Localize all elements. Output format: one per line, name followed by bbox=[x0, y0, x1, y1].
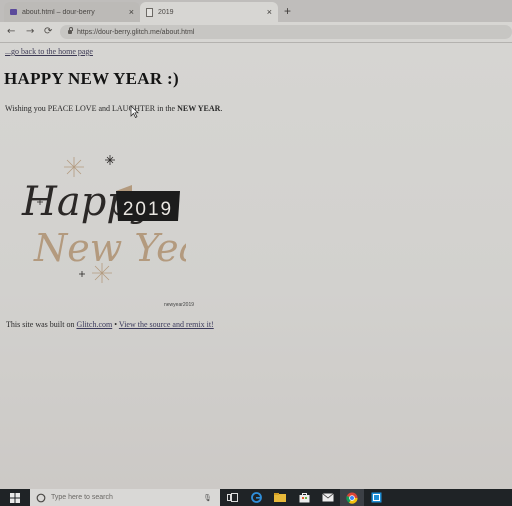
file-explorer-icon[interactable] bbox=[268, 489, 292, 506]
taskbar: Type here to search 🎙 bbox=[0, 489, 512, 506]
search-placeholder: Type here to search bbox=[51, 494, 113, 501]
remix-link[interactable]: View the source and remix it! bbox=[119, 320, 214, 329]
taskbar-search[interactable]: Type here to search 🎙 bbox=[30, 489, 220, 506]
tab-strip: about.html – dour-berry × 2019 × + bbox=[0, 0, 512, 22]
mouse-cursor-icon bbox=[130, 105, 139, 118]
page-title: HAPPY NEW YEAR :) bbox=[4, 69, 179, 88]
mail-icon[interactable] bbox=[316, 489, 340, 506]
new-tab-button[interactable]: + bbox=[284, 4, 291, 18]
browser-toolbar: ← → ⟳ https://dour-berry.glitch.me/about… bbox=[0, 22, 512, 43]
store-icon[interactable] bbox=[292, 489, 316, 506]
wish-text: Wishing you PEACE LOVE and LAUGHTER in t… bbox=[5, 104, 222, 113]
task-view-icon[interactable] bbox=[220, 489, 244, 506]
windows-icon bbox=[10, 492, 20, 503]
photos-icon[interactable] bbox=[364, 489, 388, 506]
chrome-icon[interactable] bbox=[340, 489, 364, 506]
badge-year: 2019 bbox=[123, 199, 173, 220]
close-tab-icon[interactable]: × bbox=[129, 7, 134, 17]
page-favicon-icon bbox=[146, 7, 153, 17]
close-tab-icon[interactable]: × bbox=[267, 7, 272, 17]
edge-icon[interactable] bbox=[244, 489, 268, 506]
footer-prefix: This site was built on bbox=[6, 320, 77, 329]
reload-button[interactable]: ⟳ bbox=[44, 25, 52, 39]
home-link[interactable]: ...go back to the home page bbox=[5, 47, 93, 56]
tab-2019[interactable]: 2019 × bbox=[140, 2, 278, 22]
star-icon bbox=[79, 271, 85, 277]
cortana-icon bbox=[36, 493, 46, 502]
wish-suffix: . bbox=[220, 104, 223, 113]
wish-prefix: Wishing you PEACE LOVE and LAUGHTER in t… bbox=[5, 104, 178, 113]
back-button[interactable]: ← bbox=[7, 25, 15, 39]
graphic-new-year: New Year bbox=[33, 226, 186, 270]
lock-icon bbox=[68, 27, 73, 34]
star-icon bbox=[105, 155, 115, 165]
happy-new-year-graphic: Happy 2019 New Year bbox=[21, 155, 186, 283]
microphone-icon[interactable]: 🎙 bbox=[203, 494, 212, 502]
sparkle-icon bbox=[64, 157, 84, 177]
address-bar[interactable]: https://dour-berry.glitch.me/about.html bbox=[60, 25, 512, 39]
tab-label: 2019 bbox=[158, 8, 174, 16]
glitch-favicon-icon bbox=[10, 9, 17, 15]
start-button[interactable] bbox=[0, 489, 30, 506]
forward-button[interactable]: → bbox=[26, 25, 34, 39]
tab-about[interactable]: about.html – dour-berry × bbox=[4, 2, 140, 22]
footer: This site was built on Glitch.com • View… bbox=[6, 320, 214, 329]
url-text: https://dour-berry.glitch.me/about.html bbox=[77, 28, 195, 36]
image-caption: newyear2019 bbox=[164, 302, 195, 308]
wish-bold: NEW YEAR bbox=[177, 104, 221, 113]
page-content: ...go back to the home page HAPPY NEW YE… bbox=[0, 43, 512, 489]
tab-label: about.html – dour-berry bbox=[22, 8, 95, 16]
footer-separator: • bbox=[112, 320, 119, 329]
glitch-link[interactable]: Glitch.com bbox=[76, 320, 112, 329]
